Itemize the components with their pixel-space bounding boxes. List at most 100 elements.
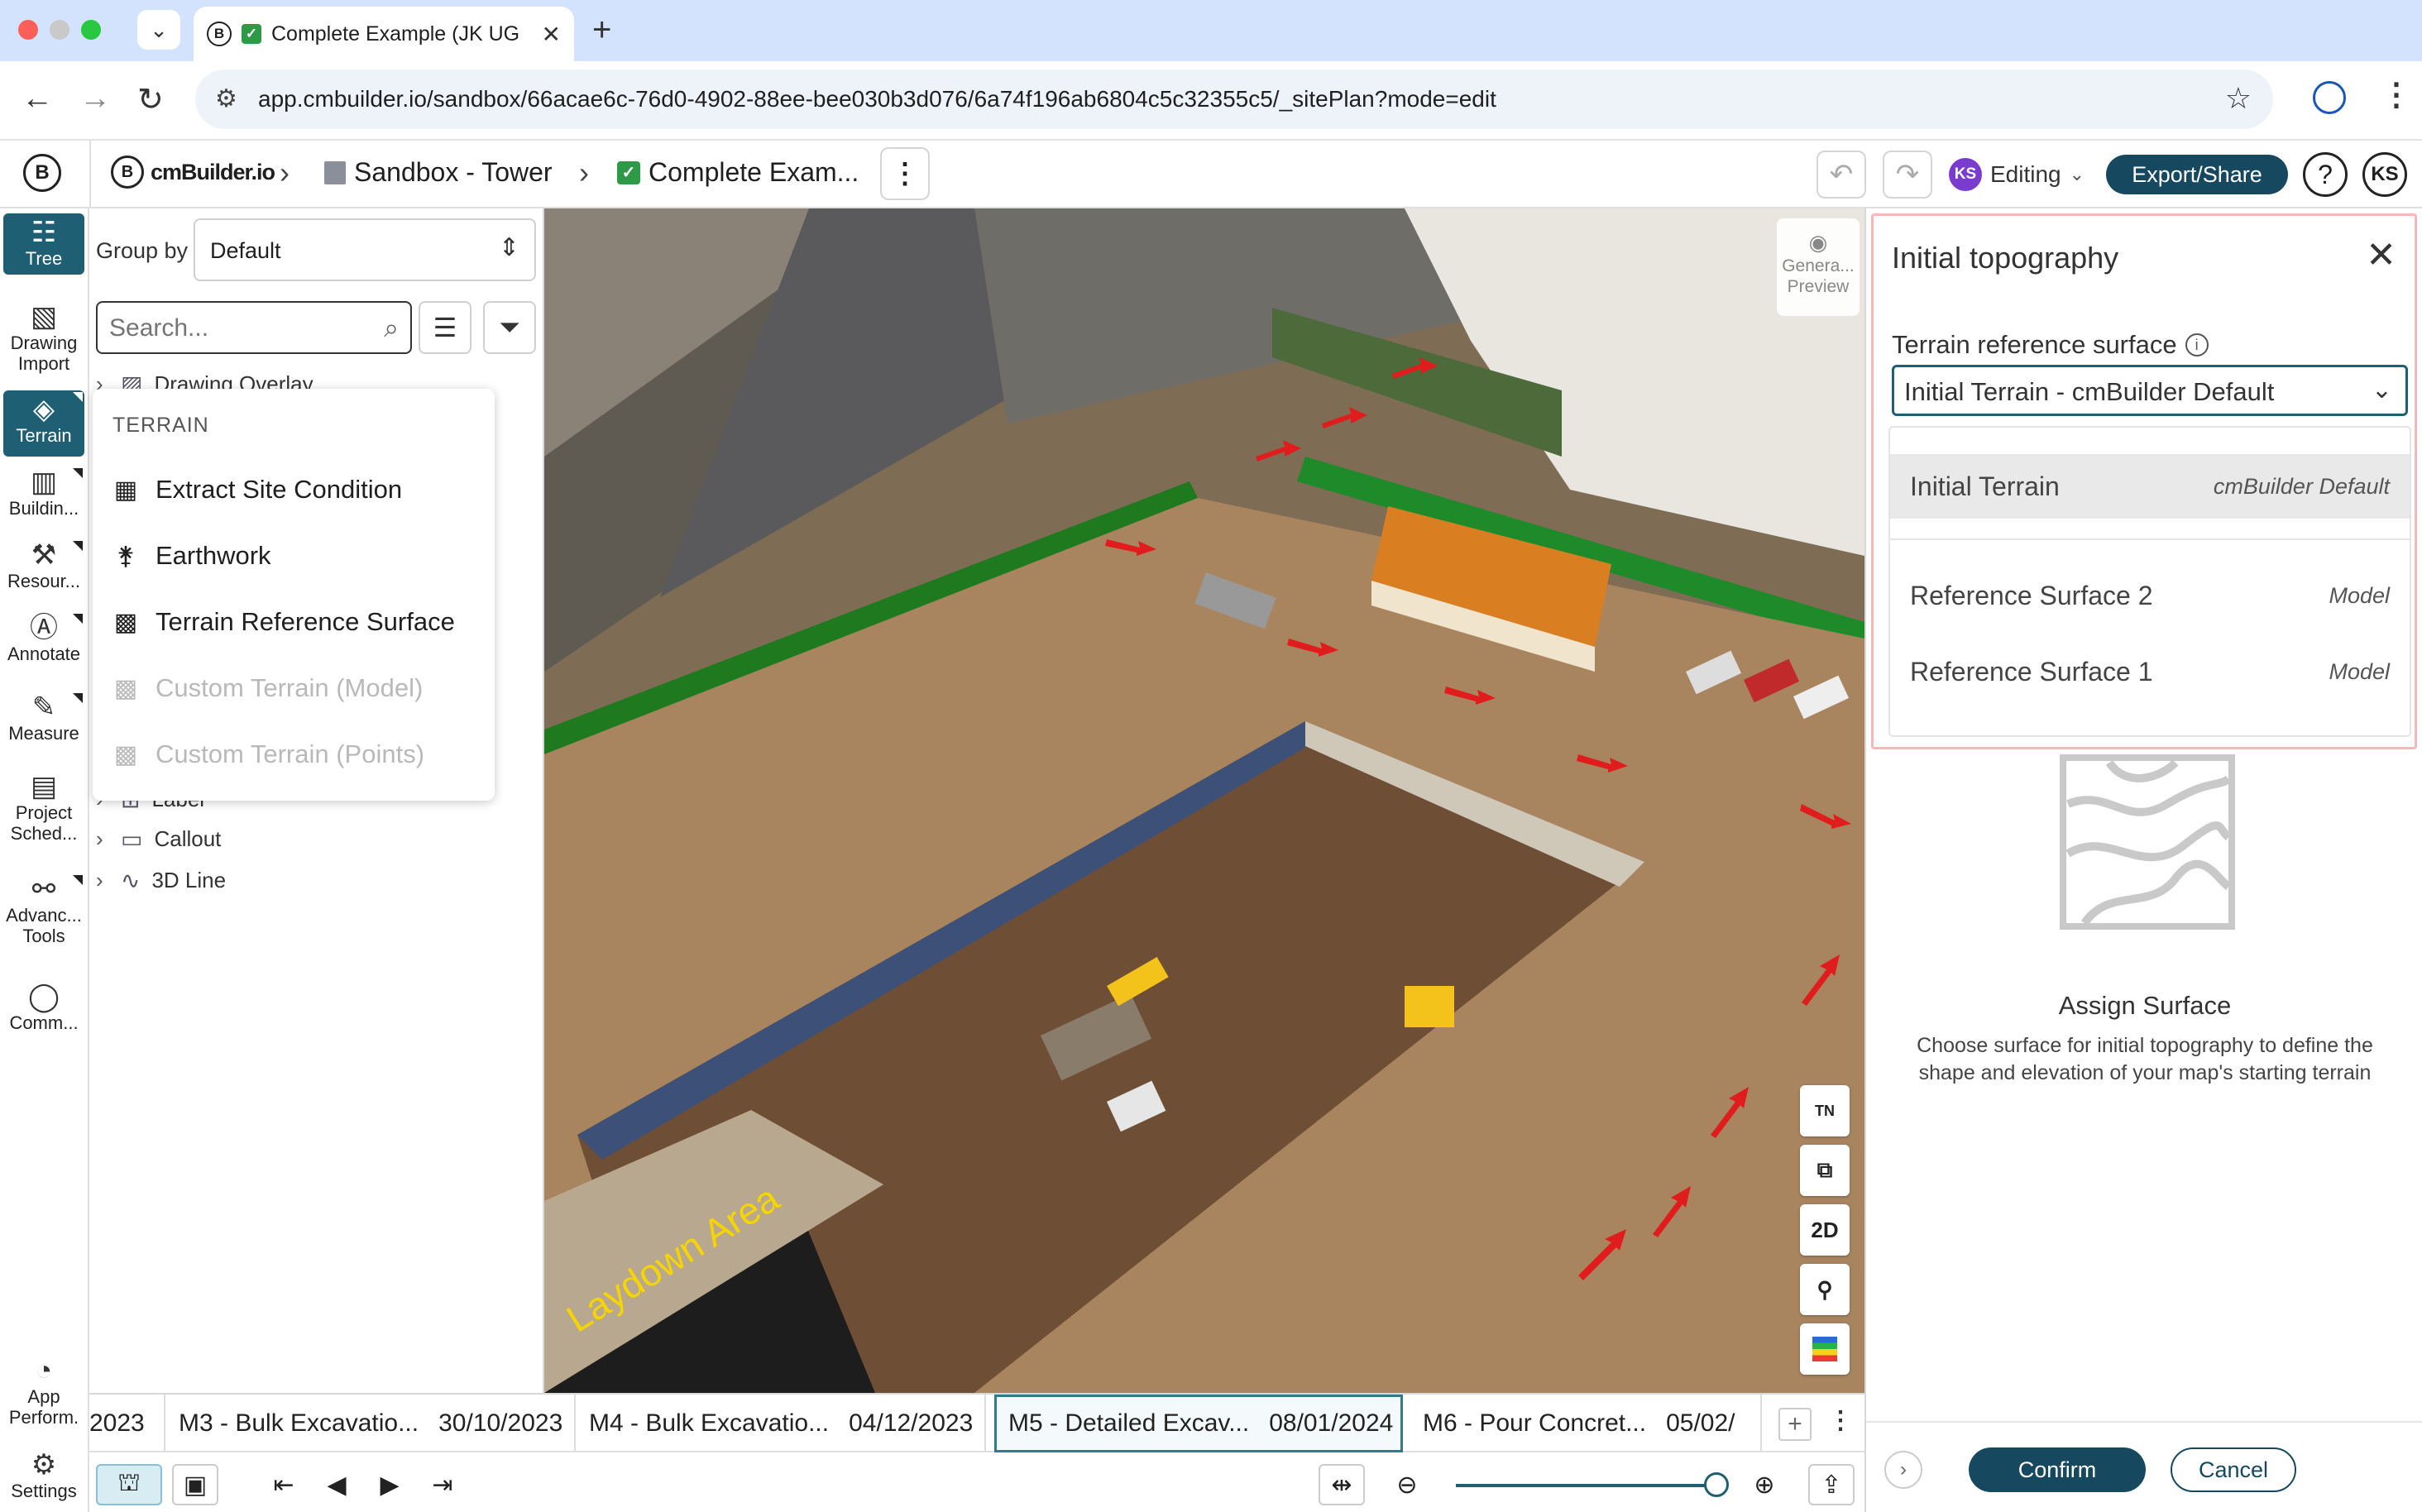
editing-mode-dropdown[interactable]: KS Editing ⌄ bbox=[1949, 154, 2085, 195]
search-input[interactable] bbox=[109, 314, 357, 342]
milestone-item[interactable]: M4 - Bulk Excavatio... 04/12/2023 bbox=[577, 1395, 986, 1452]
site-settings-icon[interactable]: ⚙ bbox=[215, 84, 237, 113]
forward-icon[interactable]: → bbox=[79, 81, 111, 117]
menu-item-label: Terrain Reference Surface bbox=[156, 607, 455, 636]
fit-timeline-button[interactable]: ⇹ bbox=[1319, 1464, 1365, 1505]
surface-option[interactable]: Initial Terrain cmBuilder Default bbox=[1890, 454, 2410, 519]
undo-button[interactable]: ↶ bbox=[1816, 151, 1866, 199]
layers-button[interactable]: ⧉ bbox=[1800, 1145, 1850, 1196]
submenu-indicator bbox=[73, 693, 83, 703]
submenu-indicator bbox=[73, 541, 83, 551]
north-arrow-button[interactable]: TN bbox=[1800, 1085, 1850, 1136]
tree-row[interactable]: › ▭ Callout bbox=[96, 825, 221, 853]
rail-buildings[interactable]: ▥ Buildin... bbox=[3, 467, 84, 519]
add-milestone-button[interactable]: + bbox=[1778, 1408, 1812, 1441]
milestone-item-active[interactable]: M5 - Detailed Excav... 08/01/2024 bbox=[994, 1395, 1403, 1452]
rail-tree[interactable]: ☷ Tree bbox=[3, 213, 84, 275]
first-milestone-button[interactable]: ⇤ bbox=[263, 1464, 304, 1505]
filter-button[interactable]: ⏷ bbox=[483, 301, 536, 354]
breadcrumb-project[interactable]: Sandbox - Tower bbox=[324, 157, 553, 188]
group-by-label: Group by bbox=[96, 238, 189, 263]
panel-title: Initial topography bbox=[1892, 241, 2119, 275]
3d-viewport[interactable]: Laydown Area ◉ Genera... Preview TN ⧉ 2D… bbox=[544, 208, 1864, 1393]
help-button[interactable]: ? bbox=[2303, 152, 2348, 197]
close-icon[interactable]: ✕ bbox=[542, 21, 561, 48]
surface-option[interactable]: Reference Surface 1 Model bbox=[1890, 639, 2410, 704]
menu-item-extract-site-condition[interactable]: ▦ Extract Site Condition bbox=[112, 475, 402, 505]
north-arrow-icon: TN bbox=[1815, 1102, 1835, 1119]
footer-divider bbox=[1866, 1421, 2422, 1423]
tree-panel: Group by Default ⇕ ⌕ ☰ ⏷ › ▨ Drawing Ove… bbox=[89, 208, 544, 1393]
redo-button[interactable]: ↷ bbox=[1883, 151, 1932, 199]
zoom-out-button[interactable]: ⊖ bbox=[1386, 1464, 1428, 1505]
group-by-select[interactable]: Default ⇕ bbox=[194, 218, 536, 281]
chevron-right-icon[interactable]: › bbox=[96, 868, 109, 893]
rail-measure[interactable]: ✎ Measure bbox=[3, 691, 84, 744]
menu-item-earthwork[interactable]: ⚵ Earthwork bbox=[112, 541, 271, 571]
viewport-tools: TN ⧉ 2D ⚲ bbox=[1800, 1085, 1850, 1383]
rail-settings-label: Settings bbox=[11, 1481, 77, 1501]
zoom-in-button[interactable]: ⊕ bbox=[1744, 1464, 1785, 1505]
brand-logo[interactable]: B cmBuilder.io bbox=[111, 156, 275, 189]
surface-option[interactable]: Reference Surface 2 Model bbox=[1890, 563, 2410, 628]
back-icon[interactable]: ← bbox=[22, 81, 53, 117]
cmbuilder-logo-icon: B bbox=[111, 156, 144, 189]
zoom-slider-thumb[interactable] bbox=[1704, 1472, 1729, 1497]
window-close-button[interactable] bbox=[18, 20, 38, 40]
terrain-reference-select[interactable]: Initial Terrain - cmBuilder Default ⌄ bbox=[1892, 365, 2408, 416]
color-legend-button[interactable] bbox=[1800, 1323, 1850, 1375]
milestone-date-fragment[interactable]: 2023 bbox=[89, 1395, 165, 1452]
rail-settings[interactable]: ⚙ Settings bbox=[3, 1449, 84, 1501]
expand-panel-button[interactable]: › bbox=[1884, 1451, 1922, 1489]
address-bar[interactable]: ⚙ app.cmbuilder.io/sandbox/66acae6c-76d0… bbox=[195, 69, 2273, 129]
breadcrumb-model[interactable]: ✓ Complete Exam... bbox=[617, 157, 859, 188]
browser-tab[interactable]: B ✓ Complete Example (JK UG ✕ bbox=[194, 7, 574, 61]
rail-resources[interactable]: ⚒ Resour... bbox=[3, 539, 84, 591]
pin-button[interactable]: ⚲ bbox=[1800, 1264, 1850, 1315]
rail-drawing-import[interactable]: ▧ Drawing Import bbox=[3, 301, 84, 375]
user-avatar-button[interactable]: KS bbox=[2362, 152, 2407, 197]
next-milestone-button[interactable]: ▶ bbox=[369, 1464, 410, 1505]
window-minimize-button[interactable] bbox=[50, 20, 69, 40]
sort-list-button[interactable]: ☰ bbox=[419, 301, 471, 354]
reload-icon[interactable]: ↻ bbox=[137, 81, 164, 118]
previous-milestone-button[interactable]: ◀ bbox=[316, 1464, 357, 1505]
initial-topography-panel: Initial topography ✕ Terrain reference s… bbox=[1864, 208, 2422, 1512]
info-icon[interactable]: i bbox=[2185, 333, 2209, 356]
cancel-button[interactable]: Cancel bbox=[2171, 1447, 2296, 1492]
milestone-item[interactable]: M6 - Pour Concret... 05/02/ bbox=[1411, 1395, 1762, 1452]
window-zoom-button[interactable] bbox=[81, 20, 101, 40]
menu-item-terrain-reference-surface[interactable]: ▩ Terrain Reference Surface bbox=[112, 607, 455, 637]
presentation-mode-button[interactable]: ▣ bbox=[172, 1464, 218, 1505]
new-tab-button[interactable]: + bbox=[592, 12, 611, 49]
generate-preview-button[interactable]: ◉ Genera... Preview bbox=[1777, 218, 1860, 316]
rail-comments[interactable]: ◯ Comm... bbox=[3, 981, 84, 1033]
export-timeline-button[interactable]: ⇪ bbox=[1808, 1464, 1855, 1505]
timeline-menu-button[interactable]: ⋮ bbox=[1828, 1406, 1853, 1435]
site-mode-button[interactable]: ⛫ bbox=[96, 1464, 162, 1505]
2d-toggle-button[interactable]: 2D bbox=[1800, 1204, 1850, 1256]
menu-item-custom-terrain-points: ▩ Custom Terrain (Points) bbox=[112, 739, 424, 769]
tree-row[interactable]: › ∿ 3D Line bbox=[96, 867, 226, 894]
tab-search-button[interactable]: ⌄ bbox=[137, 10, 180, 50]
browser-menu-icon[interactable]: ⋮ bbox=[2381, 76, 2412, 113]
bookmark-star-icon[interactable]: ☆ bbox=[2225, 81, 2252, 116]
app-logo-icon[interactable]: B bbox=[23, 154, 61, 192]
confirm-button[interactable]: Confirm bbox=[1969, 1447, 2146, 1492]
profile-icon[interactable] bbox=[2313, 81, 2346, 114]
milestone-item[interactable]: M3 - Bulk Excavatio... 30/10/2023 bbox=[167, 1395, 576, 1452]
rail-app-performance-label: App Perform. bbox=[8, 1386, 79, 1428]
rail-app-performance[interactable]: ◔ App Perform. bbox=[3, 1355, 84, 1428]
zoom-slider-track[interactable] bbox=[1456, 1484, 1712, 1487]
rail-project-schedule[interactable]: ▤ Project Sched... bbox=[3, 771, 84, 845]
chevron-right-icon[interactable]: › bbox=[96, 826, 109, 852]
export-share-button[interactable]: Export/Share bbox=[2106, 155, 2288, 194]
model-menu-button[interactable]: ⋮ bbox=[880, 147, 930, 200]
last-milestone-button[interactable]: ⇥ bbox=[422, 1464, 463, 1505]
close-icon[interactable]: ✕ bbox=[2366, 234, 2396, 276]
rail-terrain[interactable]: ◈ Terrain bbox=[3, 390, 84, 457]
rail-advanced-tools[interactable]: ⚯ Advanc... Tools bbox=[3, 873, 84, 947]
rail-annotate[interactable]: Ⓐ Annotate bbox=[3, 612, 84, 664]
milestone-name: M5 - Detailed Excav... bbox=[1008, 1409, 1250, 1437]
search-box[interactable]: ⌕ bbox=[96, 301, 412, 354]
